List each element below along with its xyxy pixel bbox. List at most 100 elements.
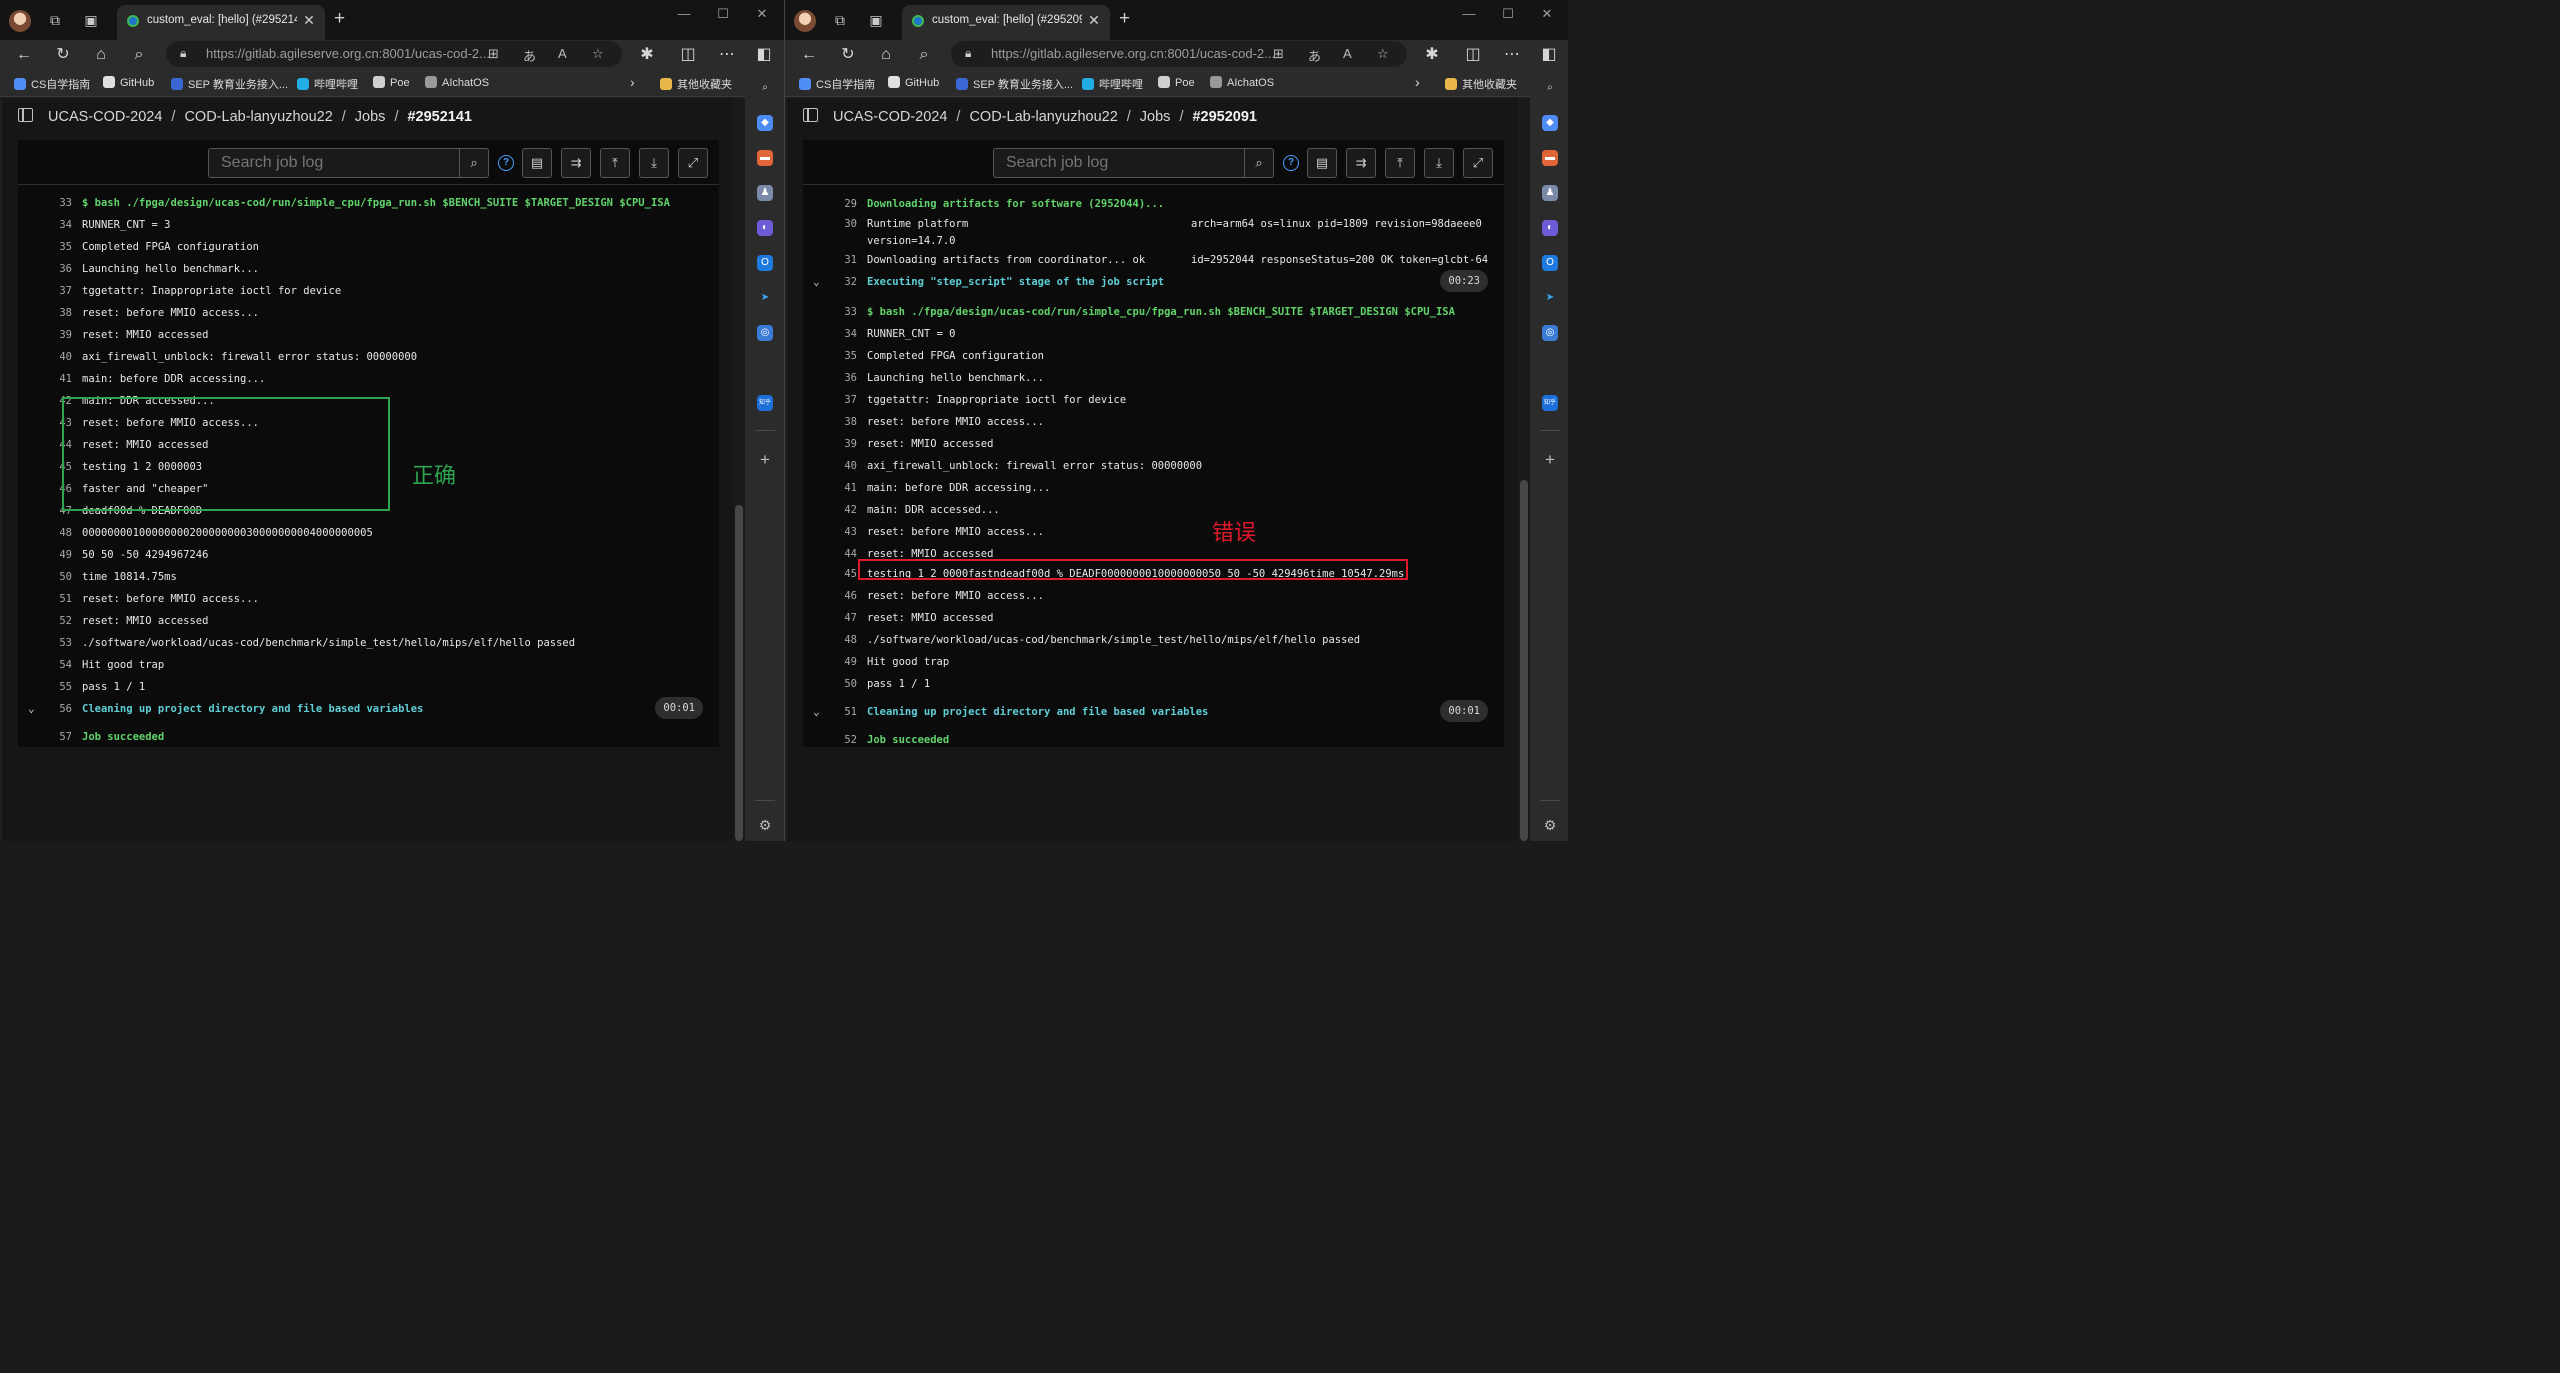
raw-log-icon[interactable]: ▤ [1307,148,1337,178]
sidebar-expand-icon[interactable] [18,108,33,122]
bookmark-item[interactable]: AIchatOS [425,76,489,89]
line-number[interactable]: 34 [38,219,72,231]
line-number[interactable]: 39 [823,438,857,450]
sidebar-tag-icon[interactable]: ◆ [1542,115,1558,131]
translate-icon[interactable]: あ [1308,46,1321,65]
scrollbar-thumb[interactable] [735,505,743,841]
profile-avatar[interactable] [9,10,31,32]
help-icon[interactable]: ? [1283,155,1299,171]
sidebar-add-icon[interactable]: + [1542,450,1558,470]
line-number[interactable]: 49 [38,549,72,561]
sidebar-settings-icon[interactable]: ⚙ [757,817,773,834]
sidebar-expand-icon[interactable] [803,108,818,122]
active-tab[interactable]: custom_eval: [hello] (#2952141) - ✕ [117,5,325,40]
bookmark-item[interactable]: 哔哩哔哩 [1082,76,1143,92]
sidebar-send-icon[interactable]: ➤ [1542,290,1558,306]
section-collapse-chevron-icon[interactable]: ⌄ [813,705,820,718]
profile-avatar[interactable] [794,10,816,32]
crumb-jobs[interactable]: Jobs [355,109,386,125]
line-number[interactable]: 29 [823,198,857,210]
line-number[interactable]: 40 [823,460,857,472]
favorite-star-icon[interactable]: ☆ [592,46,604,62]
home-icon[interactable]: ⌂ [876,45,896,65]
line-number[interactable]: 41 [38,373,72,385]
new-tab-icon[interactable]: + [334,9,345,29]
line-number[interactable]: 35 [38,241,72,253]
sidebar-copilot-icon[interactable]: ◐ [757,220,773,236]
crumb-group[interactable]: UCAS-COD-2024 [833,109,947,125]
sidebar-add-icon[interactable]: + [757,450,773,470]
line-number[interactable]: 50 [38,571,72,583]
line-number[interactable]: 49 [823,656,857,668]
sidebar-outlook-icon[interactable]: O [1542,255,1558,271]
lock-icon[interactable]: 🔒︎ [180,46,186,61]
translate-icon[interactable]: あ [523,46,536,65]
crumb-group[interactable]: UCAS-COD-2024 [48,109,162,125]
crumb-project[interactable]: COD-Lab-lanyuzhou22 [184,109,332,125]
sidebar-search-icon[interactable]: ⌕ [1542,80,1558,96]
lock-icon[interactable]: 🔒︎ [965,46,971,61]
bookmark-item[interactable]: 哔哩哔哩 [297,76,358,92]
line-number[interactable]: 48 [823,634,857,646]
sidebar-tools-icon[interactable]: ▬ [757,150,773,166]
line-number[interactable]: 54 [38,659,72,671]
sidebar-settings-icon[interactable]: ⚙ [1542,817,1558,834]
sidebar-tag-icon[interactable]: ◆ [757,115,773,131]
bookmark-item[interactable]: SEP 教育业务接入... [956,76,1073,92]
line-number[interactable]: 47 [823,612,857,624]
sidebar-send-icon[interactable]: ➤ [757,290,773,306]
line-number[interactable]: 35 [823,350,857,362]
line-number[interactable]: 52 [38,615,72,627]
close-tab-icon[interactable]: ✕ [1086,12,1102,29]
section-collapse-chevron-icon[interactable]: ⌄ [813,275,820,288]
line-number[interactable]: 51 [823,706,857,718]
tab-actions-icon[interactable]: ▣ [82,11,100,29]
bookmarks-overflow-icon[interactable]: › [630,74,635,90]
crumb-jobs[interactable]: Jobs [1140,109,1171,125]
other-bookmarks[interactable]: 其他收藏夹 [1445,76,1517,92]
search-icon[interactable]: ⌕ [129,45,149,65]
search-job-log-input[interactable] [993,148,1245,178]
sidebar-toggle-icon[interactable]: ◧ [1539,45,1559,65]
line-number[interactable]: 48 [38,527,72,539]
sidebar-search-icon[interactable]: ⌕ [757,80,773,96]
line-number[interactable]: 34 [823,328,857,340]
line-number[interactable]: 57 [38,731,72,743]
line-number[interactable]: 53 [38,637,72,649]
line-number[interactable]: 40 [38,351,72,363]
sidebar-people-icon[interactable]: ♟ [1542,185,1558,201]
scroll-bottom-icon[interactable]: ⤓ [1424,148,1454,178]
crumb-project[interactable]: COD-Lab-lanyuzhou22 [969,109,1117,125]
bookmarks-overflow-icon[interactable]: › [1415,74,1420,90]
bookmark-item[interactable]: GitHub [103,76,154,89]
scrollbar-thumb[interactable] [1520,480,1528,841]
line-number[interactable]: 32 [823,276,857,288]
back-icon[interactable]: ← [14,45,34,65]
scroll-top-icon[interactable]: ⤒ [1385,148,1415,178]
read-aloud-icon[interactable]: A [1343,46,1352,61]
line-number[interactable]: 39 [38,329,72,341]
sidebar-outlook-icon[interactable]: O [757,255,773,271]
line-number[interactable]: 33 [38,197,72,209]
close-window-icon[interactable]: ✕ [752,6,772,22]
bookmark-item[interactable]: AIchatOS [1210,76,1274,89]
line-number[interactable]: 30 [823,218,857,230]
home-icon[interactable]: ⌂ [91,45,111,65]
sidebar-zhihu-icon[interactable]: 知乎 [757,395,773,411]
active-tab[interactable]: custom_eval: [hello] (#2952091) - ✕ [902,5,1110,40]
line-number[interactable]: 41 [823,482,857,494]
minimize-icon[interactable]: — [674,6,694,21]
app-available-icon[interactable]: ⊞ [488,46,499,62]
bookmark-item[interactable]: GitHub [888,76,939,89]
sidebar-people-icon[interactable]: ♟ [757,185,773,201]
line-number[interactable]: 37 [38,285,72,297]
sidebar-tools-icon[interactable]: ▬ [1542,150,1558,166]
line-number[interactable]: 38 [823,416,857,428]
line-number[interactable]: 51 [38,593,72,605]
bookmark-item[interactable]: CS自学指南 [14,76,90,92]
sidebar-zhihu-icon[interactable]: 知乎 [1542,395,1558,411]
line-number[interactable]: 36 [823,372,857,384]
line-number[interactable]: 33 [823,306,857,318]
line-number[interactable]: 52 [823,734,857,746]
line-number[interactable]: 46 [823,590,857,602]
